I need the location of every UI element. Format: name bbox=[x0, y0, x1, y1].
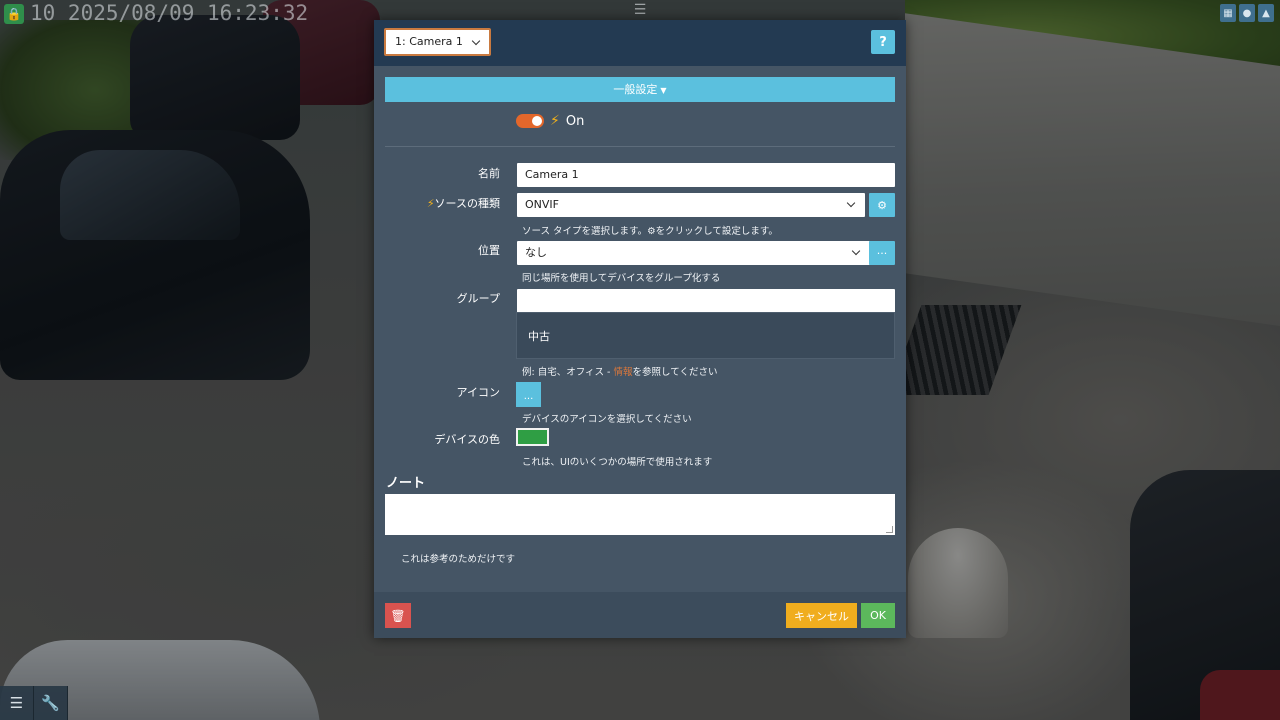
ok-button[interactable]: OK bbox=[861, 603, 895, 628]
trash-icon: 🗑 bbox=[390, 608, 406, 623]
cancel-button[interactable]: キャンセル bbox=[786, 603, 857, 628]
dialog-footer: 🗑 キャンセル OK bbox=[374, 592, 906, 638]
source-type-label: ⚡ソースの種類 bbox=[426, 197, 500, 210]
location-more-button[interactable]: ··· bbox=[869, 241, 895, 265]
layout-icon[interactable]: ▦ bbox=[1220, 4, 1236, 22]
lock-icon[interactable]: 🔒 bbox=[4, 4, 24, 24]
name-label: 名前 bbox=[478, 167, 500, 180]
bolt-icon: ⚡ bbox=[550, 113, 560, 129]
icon-picker-button[interactable]: ... bbox=[516, 382, 541, 407]
source-settings-button[interactable]: ⚙ bbox=[869, 193, 895, 217]
dialog-header: 1: Camera 1 ? bbox=[374, 20, 906, 66]
bottom-left-toolbar: ☰ 🔧 bbox=[0, 686, 70, 720]
group-input[interactable] bbox=[517, 289, 895, 313]
camera-settings-dialog: 1: Camera 1 ? 一般設定 ▼ ⚡ On 名前 Camera 1 ⚡ソー… bbox=[374, 20, 906, 638]
group-hint: 例: 自宅、オフィス - 情報を参照してください bbox=[522, 367, 718, 378]
delete-button[interactable]: 🗑 bbox=[385, 603, 411, 628]
wrench-icon[interactable]: 🔧 bbox=[34, 686, 68, 720]
menu-icon[interactable]: ☰ bbox=[632, 2, 648, 18]
toggle-label: On bbox=[565, 113, 585, 129]
location-select[interactable]: なし bbox=[517, 241, 870, 265]
osd-timestamp: 10 2025/08/09 16:23:32 bbox=[30, 1, 309, 25]
camera-select[interactable]: 1: Camera 1 bbox=[384, 28, 491, 56]
general-settings-section[interactable]: 一般設定 ▼ bbox=[385, 77, 895, 102]
bell-icon[interactable]: ▲ bbox=[1258, 4, 1274, 22]
note-textarea[interactable] bbox=[385, 494, 895, 535]
info-link[interactable]: 情報 bbox=[614, 367, 633, 378]
location-hint: 同じ場所を使用してデバイスをグループ化する bbox=[522, 273, 721, 284]
enable-toggle[interactable] bbox=[516, 114, 544, 128]
user-icon[interactable]: ● bbox=[1239, 4, 1255, 22]
gears-icon: ⚙ bbox=[647, 226, 656, 237]
color-hint: これは、UIのいくつかの場所で使用されます bbox=[522, 457, 713, 468]
color-label: デバイスの色 bbox=[434, 433, 500, 446]
source-hint: ソース タイプを選択します。⚙をクリックして設定します。 bbox=[522, 226, 778, 237]
help-button[interactable]: ? bbox=[871, 30, 895, 54]
top-right-toolbar: ▦ ● ▲ bbox=[1220, 4, 1274, 22]
note-title: ノート bbox=[386, 476, 426, 491]
caret-down-icon: ▼ bbox=[660, 86, 667, 95]
group-suggestion-list: 中古 bbox=[516, 312, 895, 359]
divider bbox=[385, 146, 895, 147]
icon-hint: デバイスのアイコンを選択してください bbox=[522, 414, 692, 425]
gears-icon: ⚙ bbox=[877, 198, 887, 212]
icon-label: アイコン bbox=[456, 386, 500, 399]
name-input[interactable]: Camera 1 bbox=[517, 163, 895, 187]
enable-row: ⚡ On bbox=[516, 113, 584, 129]
group-suggestion-item[interactable]: 中古 bbox=[528, 328, 550, 344]
source-type-select[interactable]: ONVIF bbox=[517, 193, 865, 217]
sliders-icon[interactable]: ☰ bbox=[0, 686, 34, 720]
section-label: 一般設定 bbox=[613, 83, 658, 96]
device-color-swatch[interactable] bbox=[516, 428, 549, 446]
bolt-icon: ⚡ bbox=[426, 197, 435, 210]
note-hint: これは参考のためだけです bbox=[401, 554, 516, 565]
location-label: 位置 bbox=[478, 244, 500, 257]
group-label: グループ bbox=[456, 292, 500, 305]
